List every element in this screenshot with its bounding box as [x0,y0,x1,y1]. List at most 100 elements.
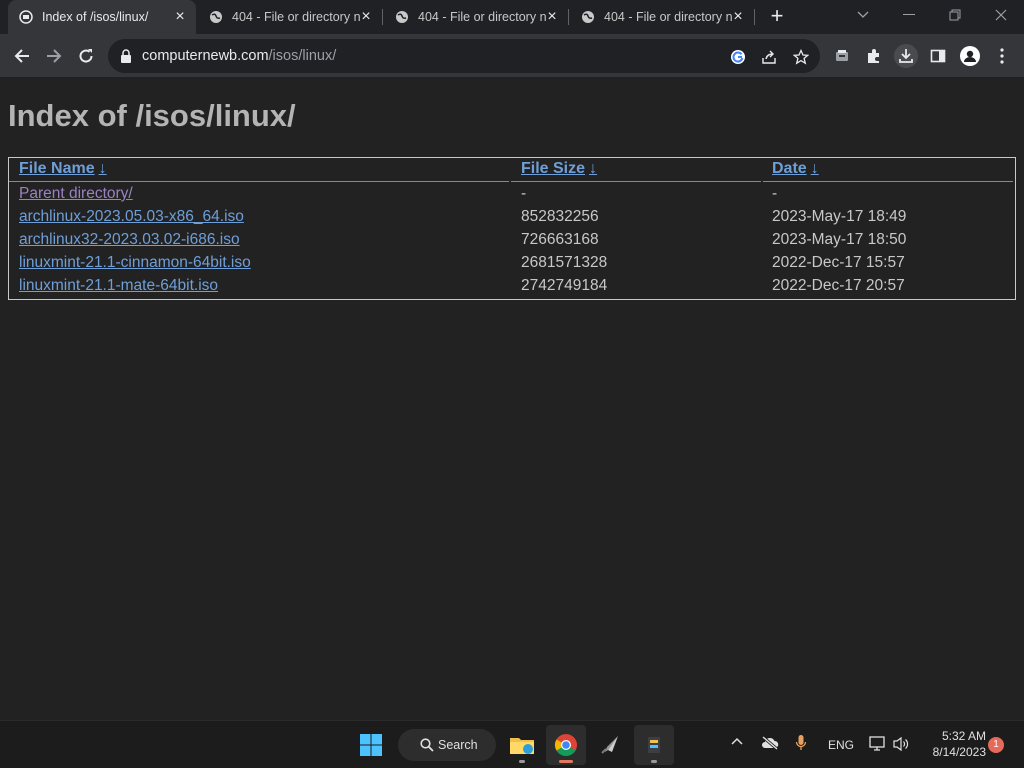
tab-search-chevron-icon[interactable] [840,0,886,30]
column-header-name[interactable]: File Name ↓ [19,160,107,182]
table-row: linuxmint-21.1-cinnamon-64bit.iso 268157… [9,251,1015,274]
tab-404-3[interactable]: 404 - File or directory n × [570,0,754,34]
file-size: 726663168 [521,231,599,248]
chrome-icon [555,734,577,756]
globe-icon [208,9,224,25]
table-row: linuxmint-21.1-mate-64bit.iso 2742749184… [9,274,1015,297]
table-row: Parent directory/ - - [9,182,1015,205]
tab-404-1[interactable]: 404 - File or directory n × [198,0,382,34]
search-label: Search [438,738,478,752]
file-link[interactable]: archlinux-2023.05.03-x86_64.iso [19,208,244,226]
side-panel-icon[interactable] [926,44,950,68]
clock-time: 5:32 AM [941,729,986,743]
clock-date: 8/14/2023 [932,745,986,759]
cloud-offline-icon[interactable] [760,735,780,753]
sort-arrow-icon[interactable]: ↓ [589,160,597,177]
sort-by-date-link[interactable]: Date [772,160,807,177]
globe-icon [394,9,410,25]
tab-title: Index of /isos/linux/ [42,10,149,24]
sort-by-name-link[interactable]: File Name [19,160,95,177]
url-path: /isos/linux/ [268,48,337,64]
back-button[interactable] [6,40,38,72]
folder-tab-icon [18,9,34,25]
parent-directory-link[interactable]: Parent directory/ [19,185,133,203]
globe-icon [580,9,596,25]
language-indicator[interactable]: ENG [828,738,854,752]
tab-title: 404 - File or directory n [418,10,546,24]
bookmark-star-icon[interactable] [790,46,812,68]
file-size: 2742749184 [521,277,608,294]
taskbar-search[interactable]: Search [398,729,496,761]
search-icon [420,738,434,752]
extensions-puzzle-icon[interactable] [862,44,886,68]
tab-separator [568,9,569,25]
show-hidden-icons-chevron-icon[interactable] [730,735,744,749]
reload-icon [79,49,93,63]
page-content: Index of /isos/linux/ File Name ↓ File Si… [0,79,1024,720]
tab-separator [754,9,755,25]
running-indicator [559,760,573,763]
profile-avatar-icon[interactable] [958,44,982,68]
column-header-date[interactable]: Date ↓ [772,160,819,182]
tab-title: 404 - File or directory n [604,10,732,24]
microphone-icon[interactable] [795,734,807,755]
tab-strip: Index of /isos/linux/ × 404 - File or di… [0,0,1024,34]
file-link[interactable]: linuxmint-21.1-cinnamon-64bit.iso [19,254,251,272]
volume-icon[interactable] [892,736,910,755]
file-date: - [772,185,778,202]
windows-taskbar: Search ENG 5:32 AM 8/14/2023 1 [0,720,1024,768]
tab-separator [382,9,383,25]
sort-arrow-icon[interactable]: ↓ [811,160,819,177]
windows-logo-icon [360,734,382,756]
sort-by-size-link[interactable]: File Size [521,160,585,177]
reload-button[interactable] [70,40,102,72]
forward-button[interactable] [38,40,70,72]
url-domain: computernewb.com [142,48,269,64]
tab-404-2[interactable]: 404 - File or directory n × [384,0,568,34]
address-bar[interactable]: computernewb.com/isos/linux/ [108,39,820,73]
share-icon[interactable] [758,46,780,68]
file-date: 2023-May-17 18:50 [772,231,907,248]
new-tab-button[interactable]: + [766,5,788,28]
file-link[interactable]: linuxmint-21.1-mate-64bit.iso [19,277,218,295]
close-tab-icon[interactable]: × [358,9,374,25]
app-taskbar-button-2[interactable] [634,725,674,765]
table-row: archlinux-2023.05.03-x86_64.iso 85283225… [9,205,1015,228]
back-arrow-icon [14,49,29,63]
chrome-taskbar-button[interactable] [546,725,586,765]
minimize-button[interactable] [886,0,932,30]
browser-toolbar: computernewb.com/isos/linux/ [0,34,1024,78]
tab-index[interactable]: Index of /isos/linux/ × [8,0,196,34]
close-tab-icon[interactable]: × [544,9,560,25]
file-listing-table: File Name ↓ File Size ↓ Date ↓ Parent direc… [8,157,1016,300]
close-window-button[interactable] [978,0,1024,30]
menu-kebab-icon[interactable] [990,44,1014,68]
start-button[interactable] [351,725,391,765]
app-taskbar-button[interactable] [590,725,630,765]
network-icon[interactable] [869,736,887,755]
archive-app-icon [648,737,660,753]
close-tab-icon[interactable]: × [172,9,188,25]
notification-badge[interactable]: 1 [988,737,1004,753]
url-text: computernewb.com/isos/linux/ [142,48,336,64]
file-explorer-button[interactable] [502,725,542,765]
file-date: 2022-Dec-17 20:57 [772,277,905,294]
page-title: Index of /isos/linux/ [8,98,296,133]
file-explorer-icon [510,738,534,754]
rocket-app-icon [601,736,618,754]
file-date: 2023-May-17 18:49 [772,208,907,225]
download-icon[interactable] [894,44,918,68]
sort-arrow-icon[interactable]: ↓ [99,160,107,177]
clock[interactable]: 5:32 AM 8/14/2023 [920,728,986,760]
close-tab-icon[interactable]: × [730,9,746,25]
file-size: 852832256 [521,208,599,225]
file-size: 2681571328 [521,254,608,271]
column-header-size[interactable]: File Size ↓ [521,160,597,182]
table-row: archlinux32-2023.03.02-i686.iso 72666316… [9,228,1015,251]
extension-icon[interactable] [830,44,854,68]
running-indicator [651,760,657,763]
restore-button[interactable] [932,0,978,30]
tab-title: 404 - File or directory n [232,10,360,24]
google-lens-icon[interactable] [727,46,749,68]
file-link[interactable]: archlinux32-2023.03.02-i686.iso [19,231,240,249]
